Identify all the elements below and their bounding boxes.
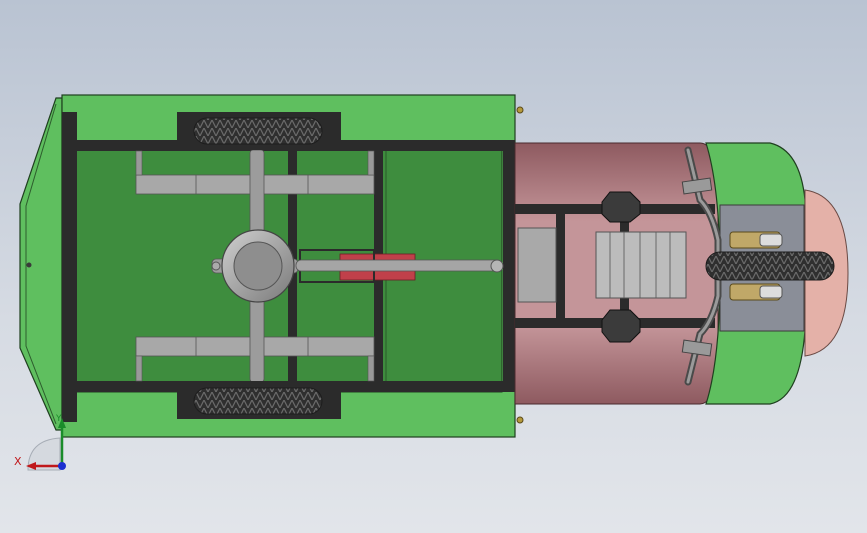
bolt-icon <box>516 416 524 424</box>
front-tire <box>705 251 835 281</box>
bolt-icon <box>516 106 524 114</box>
cargo-box <box>19 94 524 438</box>
tailgate-latch <box>26 262 32 268</box>
axis-x-label: X <box>14 455 22 468</box>
mount-bottom <box>601 309 641 343</box>
frame-rail-right <box>503 140 515 392</box>
shock-absorber-bottom <box>729 283 783 301</box>
frame-rail-left <box>62 112 77 422</box>
drive-shaft <box>295 259 503 272</box>
engine-block <box>517 227 557 303</box>
mount-top <box>601 191 641 223</box>
engine-cylinder <box>595 231 687 299</box>
coordinate-triad-icon <box>26 418 66 471</box>
cab-section <box>514 142 849 405</box>
rear-tire-bottom <box>177 381 341 419</box>
cad-viewport[interactable] <box>0 0 867 533</box>
axis-y-label: Y <box>56 414 62 424</box>
rear-tire-top <box>177 112 341 150</box>
shock-absorber-top <box>729 231 783 249</box>
